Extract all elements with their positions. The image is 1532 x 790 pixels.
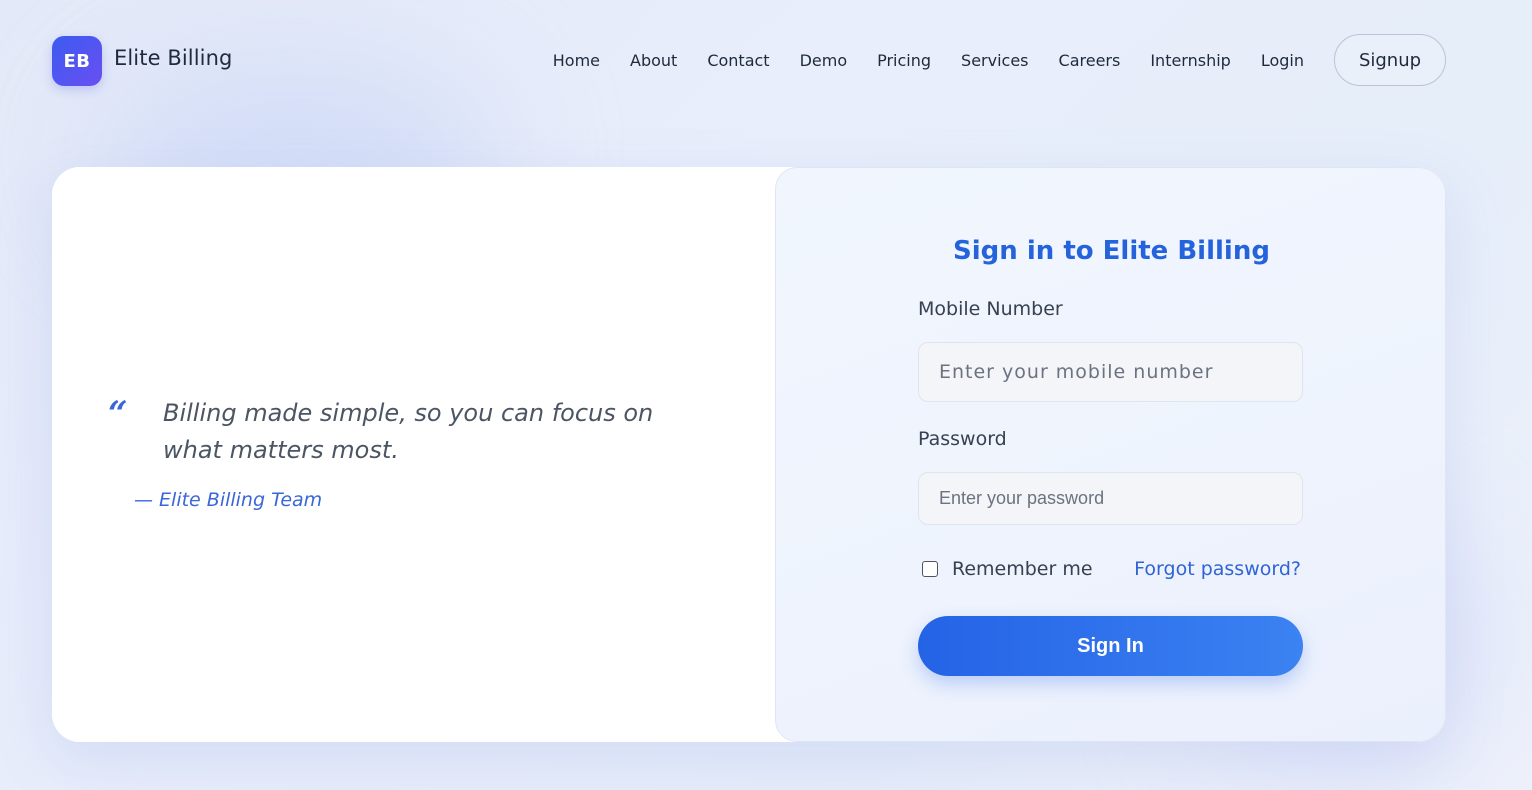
quote-panel: “ Billing made simple, so you can focus … — [52, 167, 776, 742]
nav-link-contact[interactable]: Contact — [707, 51, 769, 70]
mobile-number-input[interactable] — [918, 342, 1303, 402]
sign-in-button[interactable]: Sign In — [918, 616, 1303, 676]
brand-name[interactable]: Elite Billing — [114, 46, 232, 70]
login-card: “ Billing made simple, so you can focus … — [52, 167, 1446, 742]
password-input[interactable] — [918, 472, 1303, 525]
site-header: EB Elite Billing Home About Contact Demo… — [0, 0, 1532, 122]
nav-link-pricing[interactable]: Pricing — [877, 51, 931, 70]
nav-link-home[interactable]: Home — [553, 51, 600, 70]
form-title: Sign in to Elite Billing — [953, 236, 1270, 266]
nav-link-demo[interactable]: Demo — [800, 51, 848, 70]
quote-mark-icon: “ — [108, 394, 128, 434]
quote-text: Billing made simple, so you can focus on… — [163, 399, 654, 464]
mobile-number-label: Mobile Number — [918, 298, 1063, 320]
nav-link-careers[interactable]: Careers — [1059, 51, 1121, 70]
signin-form-panel: Sign in to Elite Billing Mobile Number P… — [775, 167, 1446, 742]
quote-author: — Elite Billing Team — [134, 489, 323, 511]
signup-button[interactable]: Signup — [1334, 34, 1446, 86]
nav-link-login[interactable]: Login — [1261, 51, 1304, 70]
forgot-password-link[interactable]: Forgot password? — [1134, 558, 1301, 580]
remember-me-checkbox[interactable] — [922, 561, 938, 577]
remember-me-row: Remember me — [922, 558, 1093, 580]
nav-link-about[interactable]: About — [630, 51, 677, 70]
password-label: Password — [918, 428, 1007, 450]
main-nav: Home About Contact Demo Pricing Services… — [553, 34, 1446, 86]
nav-link-services[interactable]: Services — [961, 51, 1028, 70]
remember-me-label[interactable]: Remember me — [952, 558, 1093, 580]
logo-badge[interactable]: EB — [52, 36, 102, 86]
nav-link-internship[interactable]: Internship — [1150, 51, 1231, 70]
